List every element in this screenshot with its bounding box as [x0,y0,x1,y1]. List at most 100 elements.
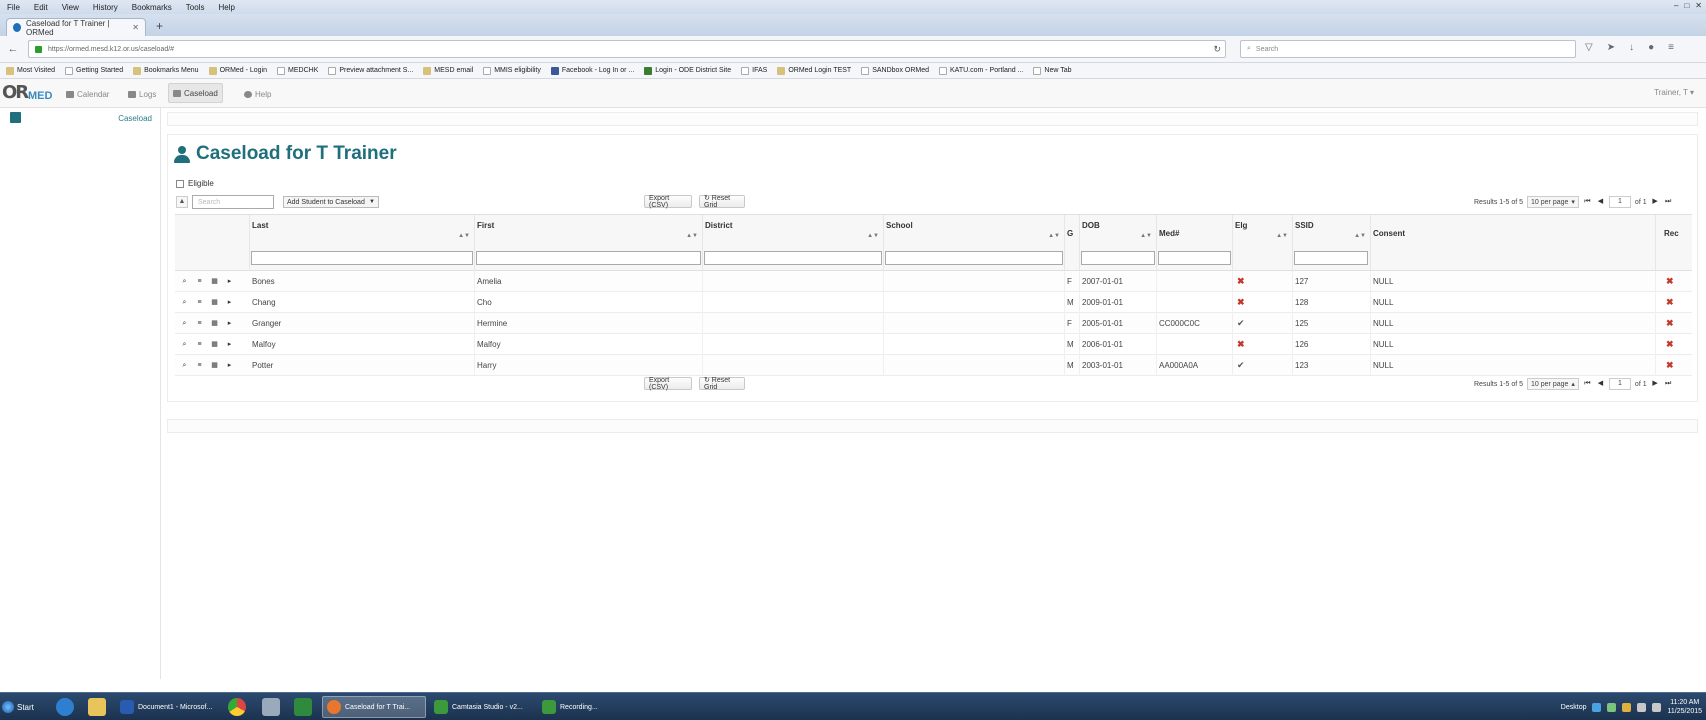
sort-icon[interactable]: ▲▼ [1048,233,1060,239]
column-rec[interactable]: Rec [1656,215,1692,271]
chat-icon[interactable]: ● [1648,42,1654,53]
column-last[interactable]: Last ▲▼ [250,215,475,271]
remove-icon[interactable]: ✖ [1656,334,1692,355]
next-page-icon[interactable]: ▶ [1651,378,1660,390]
zoom-icon[interactable]: ⌕ [179,276,190,287]
zoom-icon[interactable]: ⌕ [179,297,190,308]
column-district[interactable]: District ▲▼ [703,215,884,271]
network-icon[interactable] [1637,702,1647,712]
start-button[interactable]: Start [2,696,36,718]
reset-grid-button[interactable]: ↻ Reset Grid [699,377,745,391]
bookmark-item[interactable]: Getting Started [61,66,127,75]
menu-icon[interactable]: ≡ [194,276,205,287]
menu-help[interactable]: Help [211,3,241,12]
clock[interactable]: 11:20 AM 11/25/2015 [1667,698,1702,716]
table-row[interactable]: ⌕ ≡ ▦ ▸ Chang Cho M 2009-01-01 ✖ 128 NUL… [175,292,1692,313]
expand-icon[interactable]: ▸ [224,297,235,308]
remove-icon[interactable]: ✖ [1656,292,1692,313]
remove-icon[interactable]: ✖ [1656,271,1692,292]
menu-icon[interactable]: ≡ [194,297,205,308]
expand-icon[interactable]: ▸ [224,276,235,287]
expand-icon[interactable]: ▸ [224,318,235,329]
browser-tab-active[interactable]: Caseload for T Trainer | ORMed ✕ [6,18,146,37]
bookmark-item[interactable]: ORMed - Login [205,66,271,75]
taskbar-word[interactable]: Document1 - Microsof... [116,696,220,718]
zoom-icon[interactable]: ⌕ [179,360,190,371]
column-med[interactable]: Med# [1157,215,1233,271]
excel-icon[interactable] [294,698,312,716]
menu-icon[interactable]: ≡ [194,339,205,350]
menu-tools[interactable]: Tools [179,3,212,12]
desktop-toolbar[interactable]: Desktop [1561,704,1587,711]
filter-district-input[interactable] [704,251,882,265]
reload-icon[interactable]: ↻ [1213,44,1221,55]
ie-icon[interactable] [56,698,74,716]
sort-icon[interactable]: ▲▼ [1276,233,1288,239]
next-page-icon[interactable]: ▶ [1651,196,1660,208]
table-row[interactable]: ⌕ ≡ ▦ ▸ Potter Harry M 2003-01-01 AA000A… [175,355,1692,376]
browser-search-field[interactable]: ⌕ Search [1240,40,1576,58]
explorer-icon[interactable] [88,698,106,716]
last-page-icon[interactable]: ⏭ [1664,196,1673,208]
tray-icon[interactable] [1592,702,1602,712]
per-page-select[interactable]: 10 per page ▾ [1527,196,1579,208]
pocket-icon[interactable]: ▽ [1585,42,1593,53]
sort-icon[interactable]: ▲▼ [458,233,470,239]
reset-grid-button[interactable]: ↻ Reset Grid [699,195,745,209]
bookmark-item[interactable]: Login - ODE District Site [640,66,735,75]
menu-view[interactable]: View [55,3,86,12]
sort-icon[interactable]: ▲▼ [1140,233,1152,239]
filter-dob-input[interactable] [1081,251,1155,265]
grid-icon[interactable]: ▦ [209,297,220,308]
menu-history[interactable]: History [86,3,125,12]
first-page-icon[interactable]: ⏮ [1583,196,1592,208]
hamburger-menu-icon[interactable]: ≡ [1668,42,1674,53]
url-bar[interactable]: https://ormed.mesd.k12.or.us/caseload/# … [28,40,1226,58]
export-csv-button[interactable]: Export (CSV) [644,377,692,391]
filter-first-input[interactable] [476,251,701,265]
column-g[interactable]: G [1065,215,1080,271]
taskbar-recording[interactable]: Recording... [538,696,642,718]
menu-file[interactable]: File [0,3,27,12]
bookmark-item[interactable]: Most Visited [2,66,59,75]
sidebar-item-caseload[interactable]: Caseload [118,114,152,123]
filter-school-input[interactable] [885,251,1063,265]
remove-icon[interactable]: ✖ [1656,355,1692,376]
table-row[interactable]: ⌕ ≡ ▦ ▸ Granger Hermine F 2005-01-01 CC0… [175,313,1692,334]
bookmark-item[interactable]: MEDCHK [273,66,322,75]
close-window-icon[interactable]: ✕ [1695,1,1702,10]
per-page-select[interactable]: 10 per page ▴ [1527,378,1579,390]
last-page-icon[interactable]: ⏭ [1664,378,1673,390]
column-ssid[interactable]: SSID ▲▼ [1293,215,1371,271]
minimize-icon[interactable]: ‒ [1674,1,1678,10]
expand-icon[interactable]: ▸ [224,360,235,371]
maximize-icon[interactable]: □ [1684,1,1689,10]
tab-close-icon[interactable]: ✕ [132,23,139,32]
sort-icon[interactable]: ▲▼ [1354,233,1366,239]
column-consent[interactable]: Consent [1371,215,1656,271]
sort-icon[interactable]: ▲▼ [867,233,879,239]
grid-icon[interactable]: ▦ [209,339,220,350]
zoom-icon[interactable]: ⌕ [179,339,190,350]
bookmark-item[interactable]: Preview attachment S... [324,66,417,75]
download-icon[interactable]: ↓ [1629,42,1634,53]
bookmark-item[interactable]: ORMed Login TEST [773,66,855,75]
filter-ssid-input[interactable] [1294,251,1368,265]
tray-icon[interactable] [1622,702,1632,712]
column-school[interactable]: School ▲▼ [884,215,1065,271]
grid-icon[interactable]: ▦ [209,276,220,287]
nav-logs[interactable]: Logs [124,85,160,103]
add-student-select[interactable]: Add Student to Caseload ▼ [283,196,379,208]
grid-icon[interactable]: ▦ [209,360,220,371]
chrome-icon[interactable] [228,698,246,716]
taskbar-firefox[interactable]: Caseload for T Trai... [322,696,426,718]
zoom-icon[interactable]: ⌕ [179,318,190,329]
menu-icon[interactable]: ≡ [194,318,205,329]
menu-edit[interactable]: Edit [27,3,55,12]
new-tab-button[interactable]: + [156,19,163,33]
export-csv-button[interactable]: Export (CSV) [644,195,692,209]
table-row[interactable]: ⌕ ≡ ▦ ▸ Bones Amelia F 2007-01-01 ✖ 127 … [175,271,1692,292]
tray-icon[interactable] [1607,702,1617,712]
column-first[interactable]: First ▲▼ [475,215,703,271]
column-elg[interactable]: Elg ▲▼ [1233,215,1293,271]
